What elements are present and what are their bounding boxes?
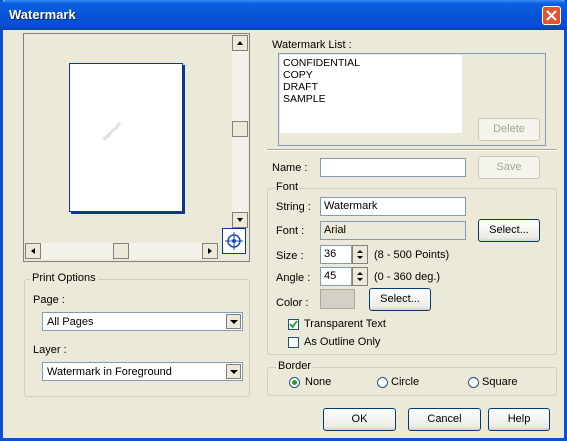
- scroll-down-button[interactable]: [232, 212, 248, 228]
- watermark-list-label: Watermark List :: [272, 39, 352, 51]
- center-position-button[interactable]: [222, 228, 246, 254]
- preview-vertical-scrollbar[interactable]: [232, 35, 248, 228]
- horizontal-scroll-thumb[interactable]: [113, 243, 129, 259]
- list-item[interactable]: COPY: [283, 69, 313, 81]
- window-title: Watermark: [9, 7, 76, 22]
- save-button[interactable]: Save: [478, 156, 540, 179]
- font-label: Font :: [276, 225, 305, 237]
- cancel-button[interactable]: Cancel: [408, 408, 481, 431]
- color-swatch: [320, 289, 355, 309]
- help-button-label: Help: [507, 413, 531, 425]
- checkmark-icon: [289, 320, 298, 329]
- watermark-list[interactable]: CONFIDENTIAL COPY DRAFT SAMPLE Delete: [278, 53, 546, 146]
- angle-input[interactable]: 45: [320, 267, 352, 286]
- border-circle-radio[interactable]: [377, 377, 388, 388]
- font-select-button[interactable]: Select...: [478, 219, 540, 242]
- cancel-button-label: Cancel: [427, 413, 462, 425]
- border-none-radio[interactable]: [289, 377, 300, 388]
- layer-select-value: Watermark in Foreground: [47, 366, 172, 378]
- color-label: Color :: [276, 297, 309, 309]
- vertical-scroll-thumb[interactable]: [232, 121, 248, 137]
- scroll-left-button[interactable]: [25, 243, 41, 259]
- list-item[interactable]: DRAFT: [283, 81, 318, 93]
- watermark-list-items: CONFIDENTIAL COPY DRAFT SAMPLE: [280, 55, 462, 133]
- radio-dot: [292, 380, 297, 385]
- delete-button-label: Delete: [493, 123, 525, 135]
- transparent-text-checkbox[interactable]: [288, 319, 299, 330]
- chevron-down-icon: [230, 370, 238, 374]
- list-item[interactable]: SAMPLE: [283, 93, 326, 105]
- delete-button[interactable]: Delete: [478, 118, 540, 141]
- color-select-button[interactable]: Select...: [369, 288, 431, 311]
- border-square-radio[interactable]: [468, 377, 479, 388]
- watermark-dialog: Watermark Watermark Print Options Page:…: [0, 0, 567, 441]
- color-select-button-label: Select...: [380, 293, 420, 305]
- arrow-up-icon: [237, 41, 243, 45]
- ok-button[interactable]: OK: [323, 408, 396, 431]
- chevron-down-icon: [230, 320, 238, 324]
- save-button-label: Save: [496, 161, 522, 173]
- help-button[interactable]: Help: [488, 408, 550, 431]
- name-label: Name :: [272, 162, 308, 174]
- string-label: String :: [276, 201, 311, 213]
- angle-spinner[interactable]: [352, 267, 368, 286]
- transparent-text-label[interactable]: Transparent Text: [304, 318, 386, 330]
- size-input[interactable]: 36: [320, 245, 352, 264]
- preview-horizontal-scrollbar[interactable]: [25, 243, 218, 259]
- preview-canvas: Watermark: [25, 35, 232, 243]
- arrow-left-icon: [31, 248, 35, 254]
- border-square-label[interactable]: Square: [482, 376, 517, 388]
- close-button[interactable]: [542, 6, 561, 25]
- page-label: Page :: [33, 294, 65, 306]
- arrow-right-icon: [208, 248, 212, 254]
- border-none-label[interactable]: None: [305, 376, 331, 388]
- border-legend: Border: [276, 360, 314, 372]
- preview-watermark-text: Watermark: [101, 121, 123, 143]
- crosshair-icon: [225, 232, 243, 250]
- angle-label: Angle :: [276, 272, 311, 284]
- size-range-hint: (8 - 500 Points): [374, 249, 450, 261]
- font-select-button-label: Select...: [489, 224, 529, 236]
- ok-button-label: OK: [351, 413, 368, 425]
- font-display: Arial: [320, 221, 466, 240]
- spinner-arrows-icon: [357, 250, 363, 259]
- page-dropdown-button[interactable]: [226, 314, 241, 329]
- size-label: Size :: [276, 250, 304, 262]
- layer-dropdown-button[interactable]: [226, 364, 241, 379]
- page-select-value: All Pages: [47, 316, 94, 328]
- spinner-arrows-icon: [357, 272, 363, 281]
- border-circle-label[interactable]: Circle: [391, 376, 419, 388]
- preview-pane: Watermark: [23, 33, 250, 262]
- page-preview: Watermark: [69, 63, 183, 212]
- angle-range-hint: (0 - 360 deg.): [374, 271, 441, 283]
- scroll-up-button[interactable]: [232, 35, 248, 51]
- print-options-legend: Print Options: [30, 272, 98, 284]
- scroll-right-button[interactable]: [202, 243, 218, 259]
- outline-only-checkbox[interactable]: [288, 337, 299, 348]
- title-bar[interactable]: Watermark: [0, 0, 567, 30]
- list-item[interactable]: CONFIDENTIAL: [283, 57, 360, 69]
- size-spinner[interactable]: [352, 245, 368, 264]
- layer-label: Layer :: [33, 344, 67, 356]
- page-select[interactable]: All Pages: [42, 312, 243, 331]
- close-icon: [546, 10, 557, 21]
- arrow-down-icon: [237, 218, 243, 222]
- name-input[interactable]: [320, 158, 466, 177]
- font-legend: Font: [274, 181, 301, 193]
- string-input[interactable]: Watermark: [320, 197, 466, 216]
- divider: [267, 149, 557, 151]
- layer-select[interactable]: Watermark in Foreground: [42, 362, 243, 381]
- outline-only-label[interactable]: As Outline Only: [304, 336, 380, 348]
